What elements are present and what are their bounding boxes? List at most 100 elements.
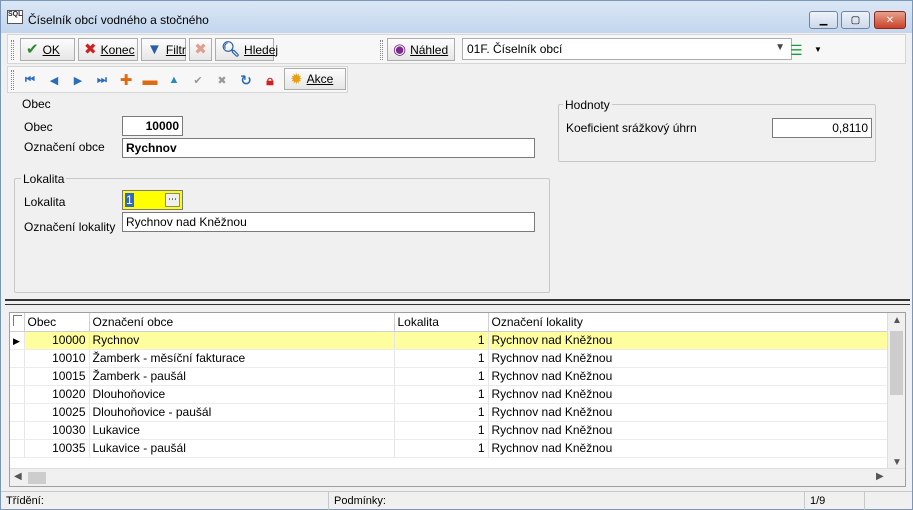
oznaceni-obce-input[interactable]: Rychnov xyxy=(122,138,535,158)
toolbar-grip[interactable] xyxy=(11,70,14,90)
cell-oznaceni-lokality: Rychnov nad Kněžnou xyxy=(488,421,888,440)
obec-input[interactable]: 10000 xyxy=(122,116,183,136)
hodnoty-group: Hodnoty Koeficient srážkový úhrn 0,8110 xyxy=(558,98,876,162)
window-title: Číselník obcí vodného a stočného xyxy=(28,13,209,27)
close-button[interactable]: ✕ xyxy=(874,11,906,29)
table-row[interactable]: 10030 Lukavice 1 Rychnov nad Kněžnou xyxy=(10,421,888,440)
splitter[interactable] xyxy=(5,299,910,305)
refresh-button[interactable]: ↻ xyxy=(236,70,256,90)
vertical-scroll-thumb[interactable] xyxy=(890,331,903,395)
list-dropdown-button[interactable]: ▼ xyxy=(814,38,828,61)
cell-oznaceni-obce: Lukavice - paušál xyxy=(89,439,395,458)
filtr-button[interactable]: ▼ Filtr xyxy=(141,38,186,61)
cell-lokalita: 1 xyxy=(394,403,489,422)
column-header-obec[interactable]: Obec xyxy=(24,313,90,332)
check-icon: ✔ xyxy=(193,74,203,87)
horizontal-scrollbar[interactable]: ◀ ▶ xyxy=(10,468,905,486)
ok-label: OK xyxy=(42,42,60,57)
add-record-button[interactable]: ✚ xyxy=(116,70,136,90)
row-indicator xyxy=(10,421,25,440)
ok-button[interactable]: ✔ OK xyxy=(20,38,75,61)
cancel-edit-button[interactable]: ✖ xyxy=(212,70,232,90)
nahled-button[interactable]: ◉ Náhled xyxy=(387,38,455,61)
data-grid[interactable]: Obec Označení obce Lokalita Označení lok… xyxy=(9,312,906,487)
cell-lokalita: 1 xyxy=(394,331,489,350)
cell-lokalita: 1 xyxy=(394,367,489,386)
post-record-button[interactable]: ✔ xyxy=(188,70,208,90)
plus-icon: ✚ xyxy=(119,72,133,89)
column-header-oznaceni-lokality[interactable]: Označení lokality xyxy=(488,313,888,332)
obec-group-title: Obec xyxy=(20,97,53,111)
scroll-down-icon[interactable]: ▼ xyxy=(892,457,902,468)
main-toolbar: ✔ OK ✖ Konec ▼ Filtr ✖ 🔍︎ Hledej ◉ Náhle… xyxy=(7,34,906,64)
cell-oznaceni-obce: Lukavice xyxy=(89,421,395,440)
status-podminky: Podmínky: xyxy=(329,492,805,510)
prev-record-button[interactable]: ◀ xyxy=(44,70,64,90)
hledej-button[interactable]: 🔍︎ Hledej xyxy=(215,38,278,61)
clear-filter-button[interactable]: ✖ xyxy=(189,38,212,61)
first-icon: ⏮ xyxy=(25,73,35,86)
checkmark-icon: ✔ xyxy=(26,41,39,58)
edit-record-button[interactable]: ▲ xyxy=(164,70,184,90)
chevron-down-icon: ▼ xyxy=(775,42,785,53)
akce-label: Akce xyxy=(306,72,334,86)
close-x-icon: ✖ xyxy=(84,41,97,58)
minimize-button[interactable]: ▁ xyxy=(809,11,838,29)
next-record-button[interactable]: ▶ xyxy=(68,70,88,90)
lock-button[interactable]: 🔒︎ xyxy=(260,70,280,90)
title-bar[interactable]: SQL Číselník obcí vodného a stočného ▁ ▢… xyxy=(1,1,912,33)
ellipsis-button[interactable]: ⋯ xyxy=(165,193,180,207)
minimize-icon: ▁ xyxy=(819,14,828,26)
horizontal-scroll-thumb[interactable] xyxy=(28,472,46,484)
maximize-button[interactable]: ▢ xyxy=(841,11,870,29)
konec-button[interactable]: ✖ Konec xyxy=(78,38,138,61)
vertical-scrollbar[interactable]: ▲ ▼ xyxy=(887,313,905,470)
scroll-left-icon[interactable]: ◀ xyxy=(14,471,22,482)
refresh-icon: ↻ xyxy=(240,71,252,88)
scroll-up-icon[interactable]: ▲ xyxy=(892,315,902,326)
dropdown-arrow-icon: ▼ xyxy=(814,45,822,54)
last-icon: ⏭ xyxy=(97,73,107,86)
filtr-label: Filtr xyxy=(165,42,186,57)
oznaceni-lokality-input[interactable]: Rychnov nad Kněžnou xyxy=(122,212,535,232)
table-row[interactable]: 10010 Žamberk - měsíční fakturace 1 Rych… xyxy=(10,349,888,368)
akce-button[interactable]: ✹ Akce xyxy=(284,68,346,90)
table-row[interactable]: 10015 Žamberk - paušál 1 Rychnov nad Kně… xyxy=(10,367,888,386)
status-record-position: 1/9 xyxy=(805,492,865,510)
minus-icon: ▬ xyxy=(142,71,158,89)
table-row[interactable]: ▶ 10000 Rychnov 1 Rychnov nad Kněžnou xyxy=(10,331,888,350)
list-view-button[interactable]: ☰ xyxy=(790,38,812,61)
hledej-label: Hledej xyxy=(244,42,279,57)
obec-group: Obec Obec 10000 Označení obce Rychnov xyxy=(14,97,550,169)
obec-label: Obec xyxy=(24,120,53,134)
last-record-button[interactable]: ⏭ xyxy=(92,70,112,90)
report-select-value: 01F. Číselník obcí xyxy=(467,42,563,56)
first-record-button[interactable]: ⏮ xyxy=(20,70,40,90)
delete-record-button[interactable]: ▬ xyxy=(140,70,160,90)
report-select[interactable]: 01F. Číselník obcí ▼ xyxy=(462,38,792,60)
lokalita-group: Lokalita Lokalita 1 ⋯ Označení lokality … xyxy=(14,172,550,293)
scroll-right-icon[interactable]: ▶ xyxy=(876,471,884,482)
list-icon: ☰ xyxy=(790,41,803,58)
table-row[interactable]: 10035 Lukavice - paušál 1 Rychnov nad Kn… xyxy=(10,439,888,458)
toolbar-grip[interactable] xyxy=(11,40,14,60)
cell-lokalita: 1 xyxy=(394,349,489,368)
oznaceni-obce-label: Označení obce xyxy=(24,140,105,154)
table-row[interactable]: 10025 Dlouhoňovice - paušál 1 Rychnov na… xyxy=(10,403,888,422)
row-indicator xyxy=(10,439,25,458)
cell-oznaceni-lokality: Rychnov nad Kněžnou xyxy=(488,439,888,458)
toolbar-grip[interactable] xyxy=(380,40,383,60)
status-trideni: Třídění: xyxy=(1,492,329,510)
maximize-icon: ▢ xyxy=(850,14,861,26)
cell-oznaceni-lokality: Rychnov nad Kněžnou xyxy=(488,367,888,386)
cell-obec: 10010 xyxy=(24,349,90,368)
cell-oznaceni-obce: Rychnov xyxy=(89,331,395,350)
filter-icon: ▼ xyxy=(147,41,162,58)
table-row[interactable]: 10020 Dlouhoňovice 1 Rychnov nad Kněžnou xyxy=(10,385,888,404)
koeficient-input[interactable]: 0,8110 xyxy=(772,118,872,138)
column-header-lokalita[interactable]: Lokalita xyxy=(394,313,489,332)
grid-table: Obec Označení obce Lokalita Označení lok… xyxy=(10,313,888,458)
lokalita-input[interactable]: 1 ⋯ xyxy=(122,190,183,210)
row-indicator-header xyxy=(10,313,25,332)
column-header-oznaceni-obce[interactable]: Označení obce xyxy=(89,313,395,332)
